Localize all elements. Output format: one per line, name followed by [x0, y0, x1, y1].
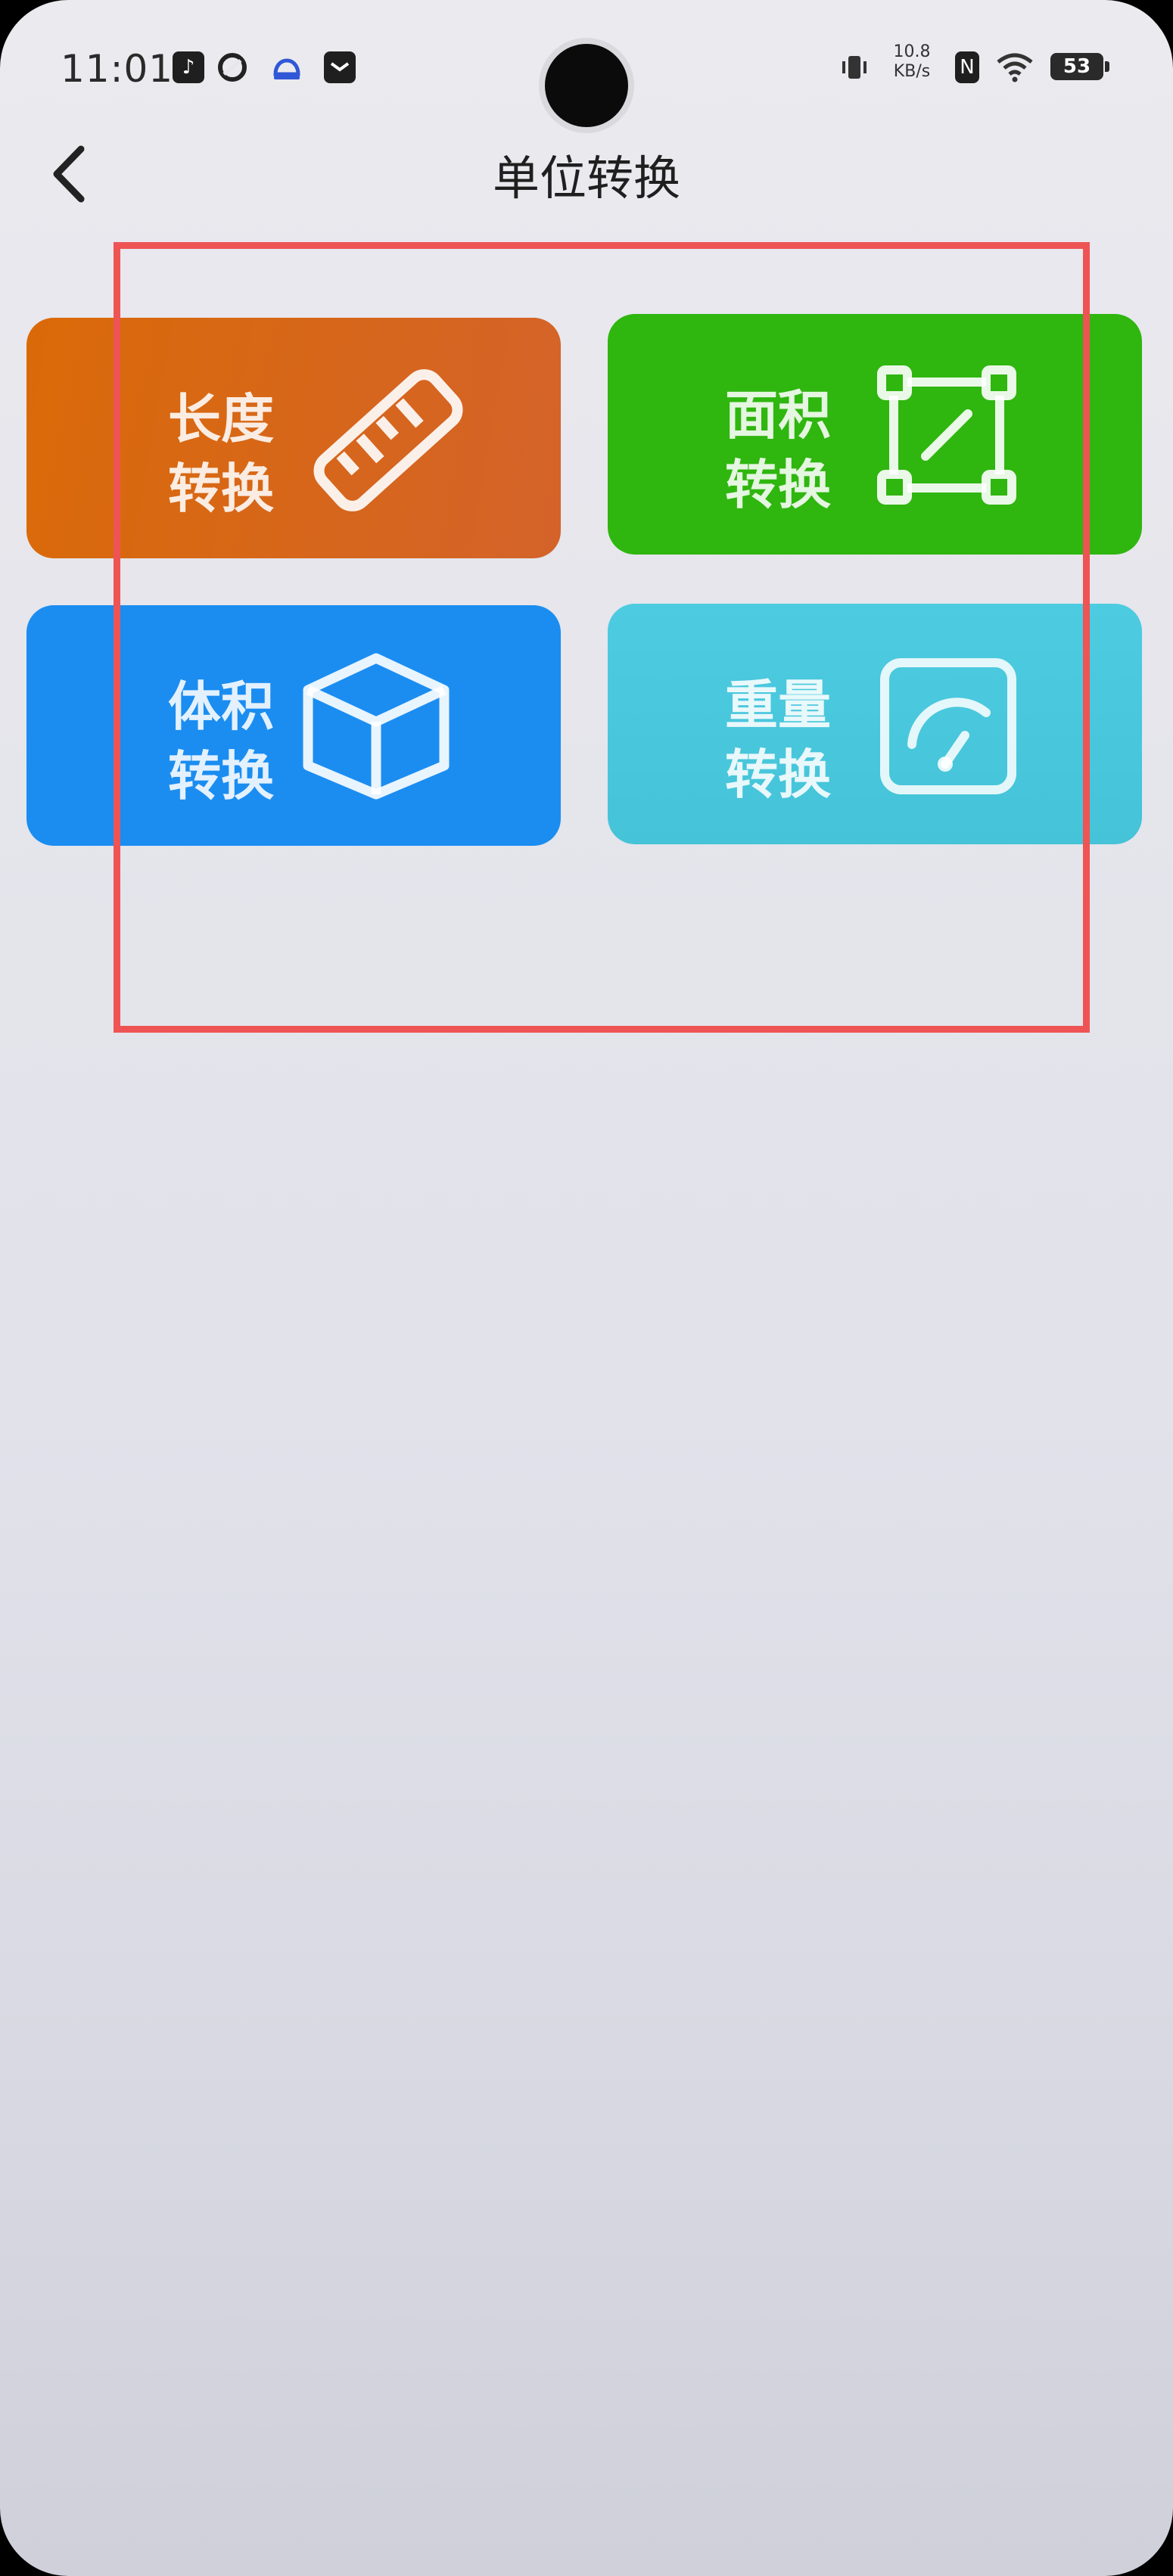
card-label: 长度 转换 — [157, 384, 285, 524]
battery-indicator: 53 — [1050, 53, 1109, 80]
nfc-icon: N — [955, 51, 979, 83]
net-speed-unit: KB/s — [893, 62, 931, 81]
card-label-line1: 体积 — [168, 676, 274, 738]
page-title: 单位转换 — [492, 151, 680, 206]
card-label: 体积 转换 — [157, 672, 285, 811]
gauge-icon — [880, 658, 1016, 794]
card-label: 重量 转换 — [714, 670, 842, 809]
wifi-icon — [995, 51, 1035, 83]
status-time: 11:01 — [61, 47, 174, 91]
volume-conversion-card[interactable]: 体积 转换 — [26, 605, 561, 846]
cube-icon — [303, 653, 450, 800]
phone-screen: 11:01 ♪ 10.8 KB/s N 53 单位转换 长度 转换 面积 转换 … — [0, 0, 1173, 2576]
card-label-line2: 转换 — [725, 454, 831, 516]
ruler-icon — [313, 369, 463, 511]
area-conversion-card[interactable]: 面积 转换 — [608, 314, 1142, 555]
app-icon — [216, 51, 248, 83]
vibrate-icon — [839, 51, 870, 83]
area-icon — [877, 365, 1016, 505]
card-label-line1: 面积 — [725, 384, 831, 446]
card-label-line2: 转换 — [725, 744, 831, 806]
tiktok-icon: ♪ — [173, 51, 204, 83]
weight-conversion-card[interactable]: 重量 转换 — [608, 604, 1142, 844]
network-speed: 10.8 KB/s — [885, 42, 938, 82]
cloud-icon — [269, 51, 301, 83]
card-label-line2: 转换 — [168, 745, 274, 807]
card-label: 面积 转换 — [714, 381, 842, 520]
status-bar: 11:01 ♪ 10.8 KB/s N 53 — [0, 30, 1173, 127]
front-camera — [545, 44, 628, 127]
card-label-line1: 重量 — [725, 674, 831, 736]
card-label-line2: 转换 — [168, 458, 274, 520]
length-conversion-card[interactable]: 长度 转换 — [26, 318, 561, 558]
net-speed-value: 10.8 — [893, 42, 931, 61]
card-label-line1: 长度 — [168, 388, 274, 450]
message-icon — [324, 51, 356, 83]
